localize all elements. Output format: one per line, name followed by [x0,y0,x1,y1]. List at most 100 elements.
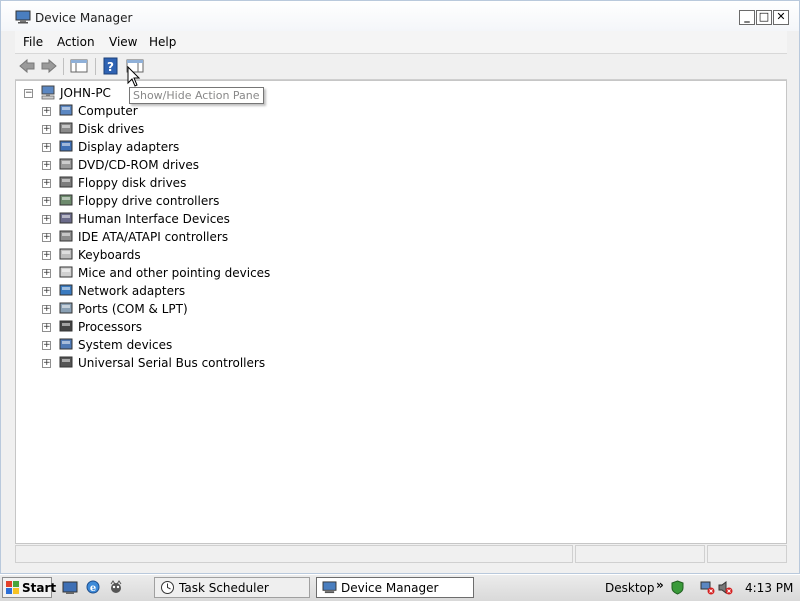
system-device-icon [59,338,73,350]
display-adapter-icon [59,140,73,152]
volume-muted-icon[interactable] [718,580,733,595]
collapse-toggle-icon[interactable]: − [24,89,33,98]
expand-toggle-icon[interactable]: + [42,161,51,170]
status-pane-middle [575,545,705,563]
tree-item-floppy-drive[interactable]: + Floppy disk drives [16,174,416,192]
tree-item-label: Display adapters [78,140,180,154]
close-button[interactable]: ✕ [773,10,789,25]
tree-item-port[interactable]: + Ports (COM & LPT) [16,300,416,318]
tree-item-system-device[interactable]: + System devices [16,336,416,354]
windows-logo-icon [6,581,19,594]
toolbar-tooltip: Show/Hide Action Pane [129,87,264,104]
tree-item-label: Computer [78,104,138,118]
processor-icon [59,320,73,332]
desktop-toolbar-label[interactable]: Desktop [605,581,655,595]
expand-toggle-icon[interactable]: + [42,251,51,260]
taskbar: Start e Task Scheduler Device Manager De… [0,574,800,601]
tree-item-label: Mice and other pointing devices [78,266,271,280]
tree-item-label: Keyboards [78,248,141,262]
expand-toggle-icon[interactable]: + [42,125,51,134]
internet-explorer-icon[interactable]: e [85,579,101,595]
toolbar-separator [95,58,96,75]
tree-root-label: JOHN-PC [60,86,111,100]
tree-item-floppy-controller[interactable]: + Floppy drive controllers [16,192,416,210]
network-disconnected-icon[interactable] [700,580,715,595]
expand-toggle-icon[interactable]: + [42,143,51,152]
usb-icon [59,356,73,368]
status-pane-main [15,545,573,563]
tree-item-label: Floppy disk drives [78,176,187,190]
disk-drive-icon [59,122,73,134]
ide-controller-icon [59,230,73,242]
toolbar-chevron-icon[interactable]: » [656,578,664,592]
taskbar-button-device-manager[interactable]: Device Manager [316,577,474,598]
tree-item-keyboard[interactable]: + Keyboards [16,246,416,264]
maximize-button[interactable]: □ [756,10,772,25]
menu-bar: File Action View Help [15,31,787,54]
show-desktop-icon[interactable] [62,580,78,595]
expand-toggle-icon[interactable]: + [42,269,51,278]
tree-item-computer[interactable]: + Computer [16,102,416,120]
device-tree-pane[interactable]: − JOHN-PC + Computer + Disk drives + Display … [15,80,787,544]
back-arrow-icon[interactable] [17,57,37,75]
floppy-controller-icon [59,194,73,206]
mouse-cursor-icon [127,66,141,87]
device-manager-icon [322,581,337,594]
tree-item-label: Floppy drive controllers [78,194,220,208]
show-hide-console-tree-icon[interactable] [69,57,89,75]
tree-item-label: Network adapters [78,284,186,298]
tree-item-dvd-drive[interactable]: + DVD/CD-ROM drives [16,156,416,174]
tree-item-label: Ports (COM & LPT) [78,302,188,316]
svg-text:e: e [90,583,96,594]
menu-file[interactable]: File [23,35,43,49]
status-pane-right [707,545,787,563]
window-title: Device Manager [35,11,133,25]
menu-action[interactable]: Action [57,35,95,49]
start-label: Start [22,581,57,595]
forward-arrow-icon[interactable] [39,57,59,75]
help-icon[interactable]: ? [101,57,121,75]
tree-item-hid[interactable]: + Human Interface Devices [16,210,416,228]
security-shield-icon[interactable] [670,580,685,595]
expand-toggle-icon[interactable]: + [42,287,51,296]
expand-toggle-icon[interactable]: + [42,305,51,314]
tree-item-network-adapter[interactable]: + Network adapters [16,282,416,300]
start-button[interactable]: Start [2,577,56,598]
tree-item-label: DVD/CD-ROM drives [78,158,200,172]
tree-item-label: IDE ATA/ATAPI controllers [78,230,229,244]
tree-item-label: Human Interface Devices [78,212,230,226]
tree-item-processor[interactable]: + Processors [16,318,416,336]
tree-item-label: System devices [78,338,173,352]
network-adapter-icon [59,284,73,296]
expand-toggle-icon[interactable]: + [42,323,51,332]
tree-item-mouse[interactable]: + Mice and other pointing devices [16,264,416,282]
taskbar-button-task-scheduler[interactable]: Task Scheduler [154,577,310,598]
computer-root-icon [41,85,55,100]
minimize-button[interactable]: _ [739,10,755,25]
svg-text:?: ? [107,60,114,74]
quick-launch-app-icon[interactable] [108,579,124,595]
toolbar-separator [63,58,64,75]
computer-icon [59,104,73,116]
expand-toggle-icon[interactable]: + [42,215,51,224]
expand-toggle-icon[interactable]: + [42,359,51,368]
tree-item-usb[interactable]: + Universal Serial Bus controllers [16,354,416,372]
tree-item-display-adapter[interactable]: + Display adapters [16,138,416,156]
expand-toggle-icon[interactable]: + [42,197,51,206]
port-icon [59,302,73,314]
system-clock[interactable]: 4:13 PM [745,581,793,595]
expand-toggle-icon[interactable]: + [42,341,51,350]
title-bar[interactable]: Device Manager _ □ ✕ [1,1,799,31]
expand-toggle-icon[interactable]: + [42,233,51,242]
menu-help[interactable]: Help [149,35,176,49]
clock-icon [161,581,174,594]
expand-toggle-icon[interactable]: + [42,179,51,188]
device-manager-window: Device Manager _ □ ✕ File Action View He… [0,0,800,574]
tree-item-ide-controller[interactable]: + IDE ATA/ATAPI controllers [16,228,416,246]
taskbar-button-label: Device Manager [341,581,439,595]
tree-item-disk-drive[interactable]: + Disk drives [16,120,416,138]
keyboard-icon [59,248,73,260]
expand-toggle-icon[interactable]: + [42,107,51,116]
status-bar [15,545,787,565]
menu-view[interactable]: View [109,35,137,49]
